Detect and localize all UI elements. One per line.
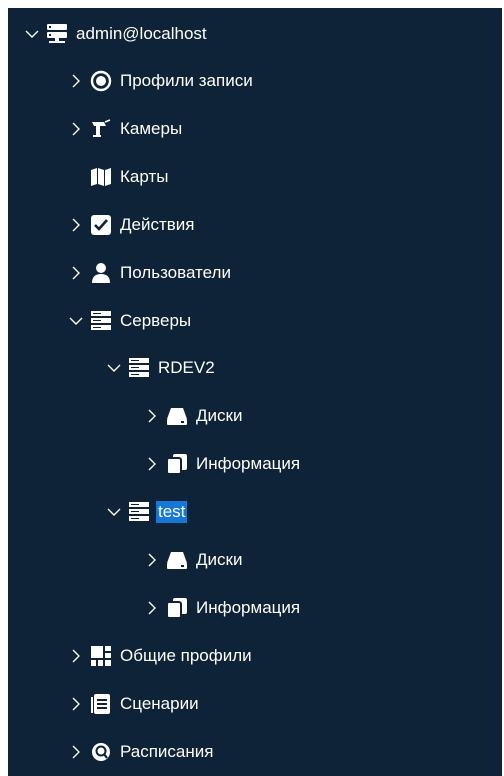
tree-node-label: admin@localhost — [76, 24, 207, 43]
tree-node-label: Пользователи — [120, 263, 231, 282]
tree-node-label: RDEV2 — [158, 358, 215, 377]
tree-item-servers[interactable]: Серверы — [68, 306, 193, 336]
tree-item-recording-profiles[interactable]: Профили записи — [68, 66, 255, 96]
tree-node-label: Расписания — [120, 742, 214, 761]
tree-root-admin[interactable]: admin@localhost — [24, 19, 209, 49]
tree-item-users[interactable]: Пользователи — [68, 258, 233, 288]
info-pages-icon — [166, 453, 188, 475]
chevron-down-icon[interactable] — [24, 26, 40, 42]
chevron-right-icon[interactable] — [144, 600, 160, 616]
tree-item-rdev2-info[interactable]: Информация — [144, 449, 302, 479]
tree-node-label: Серверы — [120, 311, 192, 330]
security-camera-icon — [90, 118, 112, 140]
chevron-down-icon[interactable] — [106, 360, 122, 376]
chevron-right-icon[interactable] — [68, 744, 84, 760]
chevron-right-icon[interactable] — [68, 265, 84, 281]
server-icon — [128, 357, 150, 379]
chevron-right-icon[interactable] — [68, 217, 84, 233]
tree-item-maps[interactable]: Карты — [68, 162, 170, 192]
chevron-down-icon[interactable] — [106, 504, 122, 520]
chevron-right-icon[interactable] — [144, 552, 160, 568]
tree-item-cameras[interactable]: Камеры — [68, 114, 184, 144]
chevron-right-icon[interactable] — [144, 456, 160, 472]
tree-item-common-profiles[interactable]: Общие профили — [68, 641, 254, 671]
map-icon — [90, 166, 112, 188]
server-icon — [128, 501, 150, 523]
server-icon — [90, 310, 112, 332]
tree-node-label: Карты — [120, 167, 169, 186]
tree-node-label: Действия — [120, 215, 195, 234]
chevron-right-icon[interactable] — [68, 648, 84, 664]
tree-item-schedules[interactable]: Расписания — [68, 737, 215, 767]
chevron-down-icon[interactable] — [68, 313, 84, 329]
user-icon — [90, 262, 112, 284]
tree-node-label-selected: test — [156, 501, 188, 523]
server-rack-icon — [46, 23, 68, 45]
tree-item-rdev2-disks[interactable]: Диски — [144, 401, 244, 431]
document-list-icon — [90, 693, 112, 715]
checkbox-icon — [90, 214, 112, 236]
tree-item-test-info[interactable]: Информация — [144, 593, 302, 623]
tree-node-label: Информация — [196, 598, 301, 617]
tree-node-label: Камеры — [120, 119, 183, 138]
tree-item-scenarios[interactable]: Сценарии — [68, 689, 201, 719]
tree-node-label: Диски — [196, 406, 243, 425]
chevron-right-icon[interactable] — [144, 408, 160, 424]
chevron-right-icon[interactable] — [68, 73, 84, 89]
tree-item-server-test[interactable]: test — [106, 497, 188, 527]
clock-search-icon — [90, 741, 112, 763]
tree-item-test-disks[interactable]: Диски — [144, 545, 244, 575]
tree-panel: admin@localhost Профили записи Камеры Ка… — [8, 8, 502, 776]
tree-node-label: Общие профили — [120, 646, 252, 665]
grid-layout-icon — [90, 645, 112, 667]
chevron-right-icon[interactable] — [68, 121, 84, 137]
info-pages-icon — [166, 597, 188, 619]
disk-drive-icon — [166, 549, 188, 571]
chevron-right-icon[interactable] — [68, 696, 84, 712]
tree-node-label: Диски — [196, 550, 243, 569]
record-circle-icon — [90, 70, 112, 92]
disk-drive-icon — [166, 405, 188, 427]
tree-node-label: Информация — [196, 454, 301, 473]
tree-node-label: Сценарии — [120, 694, 199, 713]
tree-item-server-rdev2[interactable]: RDEV2 — [106, 353, 217, 383]
tree-node-label: Профили записи — [120, 71, 253, 90]
tree-item-actions[interactable]: Действия — [68, 210, 196, 240]
